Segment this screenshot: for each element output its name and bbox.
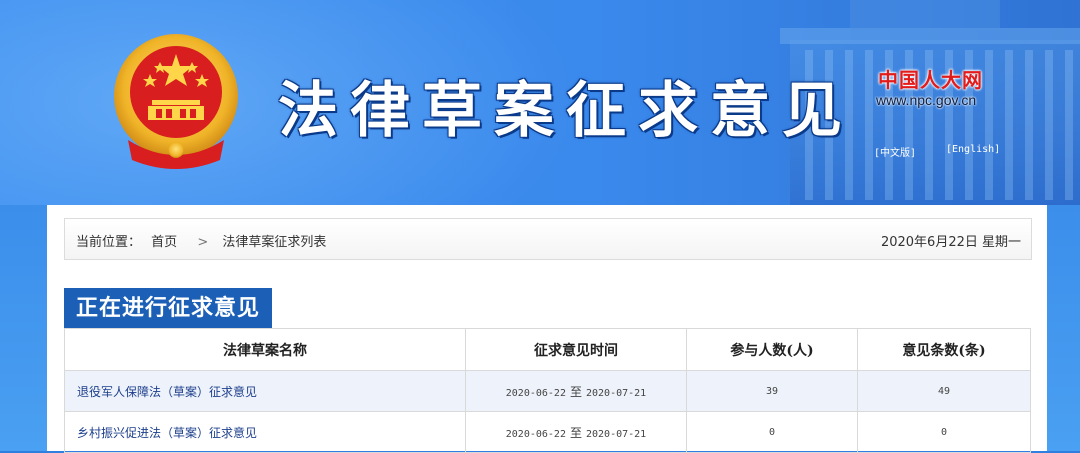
- breadcrumb-current[interactable]: 法律草案征求列表: [222, 235, 326, 250]
- draft-name-link[interactable]: 退役军人保障法（草案）征求意见: [64, 370, 466, 412]
- lang-chinese-link[interactable]: [中文版]: [874, 144, 916, 159]
- opinion-count: 0: [857, 411, 1031, 453]
- header-banner: 法律草案征求意见 中国人大网 www.npc.gov.cn [中文版] [Eng…: [0, 0, 1080, 205]
- table-row: 乡村振兴促进法（草案）征求意见 2020-06-22 至 2020-07-21 0 …: [64, 411, 1031, 453]
- content-panel: 当前位置： 首页 > 法律草案征求列表 2020年6月22日 星期一 正在进行征…: [47, 205, 1047, 453]
- section-title: 正在进行征求意见: [64, 288, 273, 328]
- breadcrumb-bar: 当前位置： 首页 > 法律草案征求列表 2020年6月22日 星期一: [64, 218, 1032, 260]
- column-header-participants: 参与人数(人): [686, 328, 858, 371]
- table-header-row: 法律草案名称 征求意见时间 参与人数(人) 意见条数(条): [64, 328, 1031, 371]
- page-banner-title: 法律草案征求意见: [278, 76, 854, 146]
- period-end: 2020-07-21: [586, 428, 647, 440]
- period-to: 至: [569, 425, 582, 440]
- period-start: 2020-06-22: [505, 428, 566, 440]
- participant-count: 39: [686, 370, 858, 412]
- comment-period: 2020-06-22 至 2020-07-21: [465, 411, 687, 453]
- current-date: 2020年6月22日 星期一: [880, 235, 1021, 250]
- table-row: 退役军人保障法（草案）征求意见 2020-06-22 至 2020-07-21 39…: [64, 370, 1031, 412]
- opinion-count: 49: [857, 370, 1031, 412]
- breadcrumb-label: 当前位置：: [76, 235, 142, 250]
- breadcrumb: 当前位置： 首页 > 法律草案征求列表: [76, 231, 332, 250]
- breadcrumb-home-link[interactable]: 首页: [151, 235, 177, 250]
- lang-english-link[interactable]: [English]: [946, 144, 1000, 155]
- draft-list-table: 法律草案名称 征求意见时间 参与人数(人) 意见条数(条) 退役军人保障法（草案…: [64, 328, 1031, 453]
- period-end: 2020-07-21: [586, 387, 647, 399]
- breadcrumb-separator: >: [197, 235, 209, 250]
- period-to: 至: [569, 384, 582, 399]
- draft-name-link[interactable]: 乡村振兴促进法（草案）征求意见: [64, 411, 466, 453]
- comment-period: 2020-06-22 至 2020-07-21: [465, 370, 687, 412]
- column-header-opinions: 意见条数(条): [857, 328, 1031, 371]
- column-header-name: 法律草案名称: [64, 328, 466, 371]
- national-emblem-icon: [114, 34, 238, 169]
- participant-count: 0: [686, 411, 858, 453]
- npc-logo[interactable]: 中国人大网: [878, 64, 983, 93]
- npc-url-link[interactable]: www.npc.gov.cn: [876, 92, 976, 108]
- column-header-period: 征求意见时间: [465, 328, 687, 371]
- period-start: 2020-06-22: [505, 387, 566, 399]
